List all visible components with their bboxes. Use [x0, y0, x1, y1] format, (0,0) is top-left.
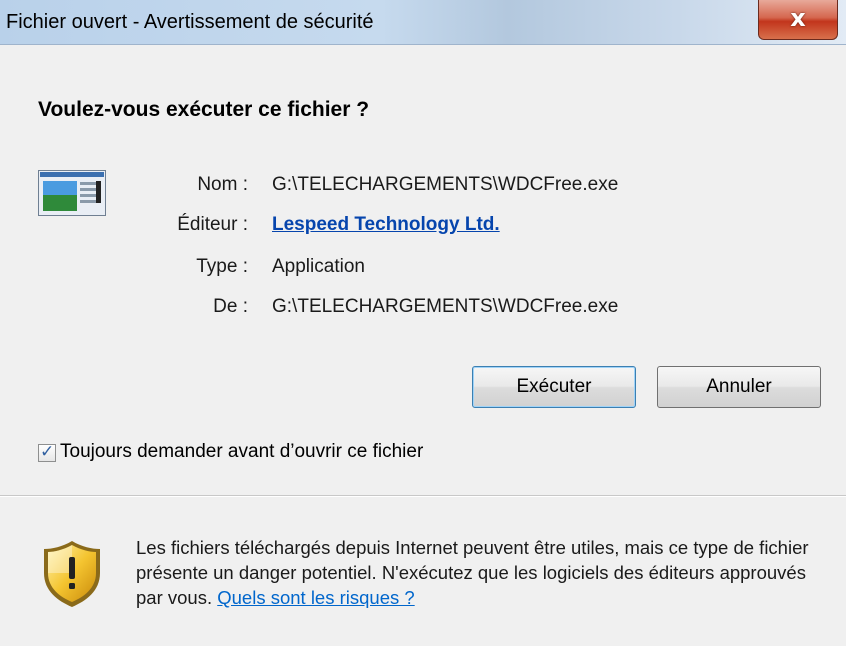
from-label: De : — [213, 296, 248, 317]
always-ask-label[interactable]: Toujours demander avant d’ouvrir ce fich… — [60, 441, 423, 463]
title-bar[interactable]: Fichier ouvert - Avertissement de sécuri… — [0, 0, 846, 45]
name-label: Nom : — [197, 174, 248, 195]
close-button[interactable]: x — [758, 0, 838, 40]
warning-message: Les fichiers téléchargés depuis Internet… — [136, 535, 826, 610]
window-title: Fichier ouvert - Avertissement de sécuri… — [6, 11, 374, 33]
always-ask-checkbox[interactable]: ✓ — [38, 442, 56, 462]
checkmark-icon: ✓ — [40, 442, 55, 462]
type-label: Type : — [196, 256, 248, 277]
cancel-button[interactable]: Annuler — [657, 366, 821, 408]
close-icon: x — [790, 4, 806, 32]
run-button[interactable]: Exécuter — [472, 366, 636, 408]
publisher-label: Éditeur : — [177, 214, 248, 235]
warning-footer: Les fichiers téléchargés depuis Internet… — [0, 497, 846, 646]
application-file-icon — [38, 170, 106, 216]
from-value: G:\TELECHARGEMENTS\WDCFree.exe — [272, 296, 619, 317]
security-shield-icon — [44, 541, 100, 607]
publisher-link[interactable]: Lespeed Technology Ltd. — [272, 214, 500, 236]
type-value: Application — [272, 256, 365, 277]
dialog-heading: Voulez-vous exécuter ce fichier ? — [38, 98, 370, 121]
name-value: G:\TELECHARGEMENTS\WDCFree.exe — [272, 174, 619, 195]
risks-link[interactable]: Quels sont les risques ? — [217, 587, 414, 608]
